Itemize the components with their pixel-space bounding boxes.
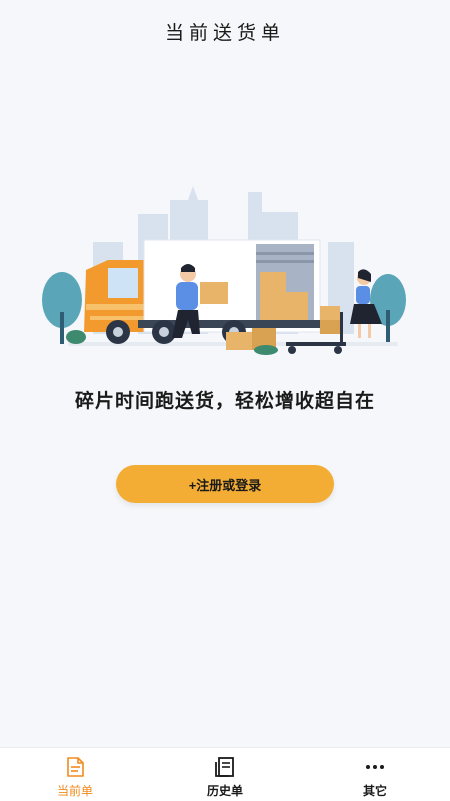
delivery-truck-illustration <box>42 186 406 355</box>
bottom-tab-bar: 当前单 历史单 其它 <box>0 747 450 801</box>
tab-label: 历史单 <box>206 784 243 798</box>
tab-others[interactable]: 其它 <box>300 748 450 801</box>
tab-label: 其它 <box>362 784 387 798</box>
slogan-text: 碎片时间跑送货，轻松增收超自在 <box>74 390 375 412</box>
more-icon <box>362 755 388 779</box>
tab-history-orders[interactable]: 历史单 <box>150 748 300 801</box>
tab-current-orders[interactable]: 当前单 <box>0 748 150 801</box>
header: 当前送货单 <box>0 0 450 62</box>
page-title: 当前送货单 <box>164 21 285 44</box>
register-login-button[interactable]: +注册或登录 <box>116 465 334 503</box>
history-icon <box>212 755 238 779</box>
tab-label: 当前单 <box>56 784 93 798</box>
document-icon <box>62 755 88 779</box>
